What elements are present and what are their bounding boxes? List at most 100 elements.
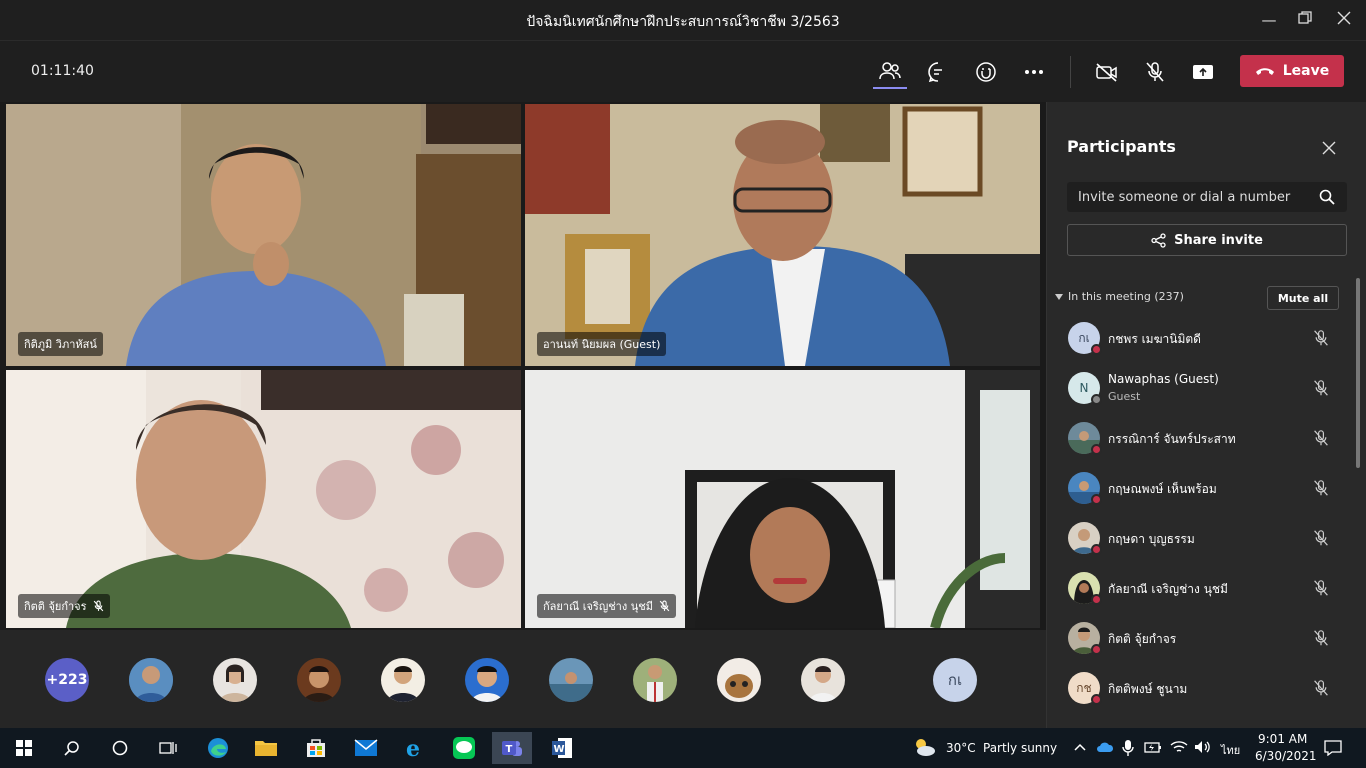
clock-date[interactable]: 6/30/2021 <box>1255 749 1317 763</box>
input-language[interactable]: ไทย <box>1221 741 1240 759</box>
mute-all-button[interactable]: Mute all <box>1267 286 1339 310</box>
participant-video <box>525 104 1040 366</box>
mic-toggle-button[interactable] <box>1138 55 1172 89</box>
mic-off-icon <box>93 600 103 612</box>
participant-name: กิตติ จุ้ยกำจร <box>1108 632 1177 646</box>
battery-icon[interactable] <box>1144 740 1162 754</box>
search-icon <box>64 741 79 756</box>
store-app[interactable] <box>296 732 336 764</box>
close-panel-button[interactable] <box>1321 140 1339 158</box>
microphone-tray-icon[interactable] <box>1122 739 1134 757</box>
participant-list: กเ กชพร เมฆานิมิตดี N Nawaphas (Guest) G… <box>1047 318 1353 728</box>
tile-name-label: กิตติ จุ้ยกำจร <box>18 594 110 618</box>
avatar[interactable] <box>717 658 761 702</box>
more-participants-badge[interactable]: +223 <box>45 658 89 702</box>
close-window-button[interactable] <box>1332 8 1356 32</box>
participant-row[interactable]: กรรณิการ์ จันทร์ประสาท <box>1047 418 1353 468</box>
invite-search-input[interactable] <box>1067 182 1347 212</box>
mic-off-icon <box>1314 630 1328 646</box>
teams-icon: T <box>502 741 522 756</box>
avatar-image <box>633 658 677 702</box>
status-dot <box>1091 644 1102 655</box>
participant-row[interactable]: กฤษณพงษ์ เห็นพร้อม <box>1047 468 1353 518</box>
avatar[interactable] <box>633 658 677 702</box>
share-screen-button[interactable] <box>1186 55 1220 89</box>
teams-app[interactable]: T <box>492 732 532 764</box>
camera-off-icon <box>1096 63 1117 82</box>
edge-app[interactable] <box>198 732 238 764</box>
avatar[interactable] <box>129 658 173 702</box>
avatar[interactable] <box>297 658 341 702</box>
mic-off-icon <box>1314 530 1328 546</box>
participant-row[interactable]: N Nawaphas (Guest) Guest <box>1047 368 1353 418</box>
notifications-icon[interactable] <box>1324 740 1342 756</box>
status-dot <box>1091 444 1102 455</box>
mail-icon <box>354 739 378 756</box>
minimize-button[interactable]: — <box>1257 8 1281 32</box>
participant-row[interactable]: กิตติ จุ้ยกำจร <box>1047 618 1353 668</box>
cortana-button[interactable] <box>100 732 140 764</box>
video-tile[interactable]: กิติภูมิ วิภาหัสน์ <box>6 104 521 366</box>
avatar[interactable] <box>213 658 257 702</box>
video-tile[interactable]: กัลยาณี เจริญช่าง นุชมี <box>525 370 1040 628</box>
status-dot <box>1091 494 1102 505</box>
avatar[interactable] <box>549 658 593 702</box>
status-dot <box>1091 394 1102 405</box>
onedrive-icon[interactable] <box>1096 740 1114 754</box>
video-tile[interactable]: กิตติ จุ้ยกำจร <box>6 370 521 628</box>
participant-row[interactable]: กเ กชพร เมฆานิมิตดี <box>1047 318 1353 368</box>
avatar[interactable] <box>381 658 425 702</box>
avatar-initials[interactable]: กเ <box>933 658 977 702</box>
avatar-image <box>801 658 845 702</box>
wifi-icon[interactable] <box>1170 740 1188 754</box>
chevron-up-icon[interactable] <box>1074 743 1086 751</box>
raise-hand-icon <box>976 62 996 82</box>
avatar[interactable] <box>801 658 845 702</box>
mail-app[interactable] <box>346 732 386 764</box>
window-title: ปัจฉิมนิเทศนักศึกษาฝึกประสบการณ์วิชาชีพ … <box>526 14 840 30</box>
start-button[interactable] <box>4 732 44 764</box>
word-app[interactable]: W <box>542 732 582 764</box>
avatar[interactable] <box>465 658 509 702</box>
clock-time[interactable]: 9:01 AM <box>1258 732 1307 746</box>
video-tile[interactable]: อานนท์ นิยมผล (Guest) <box>525 104 1040 366</box>
mic-off-icon <box>1314 380 1328 396</box>
task-view-icon <box>159 742 177 754</box>
file-explorer-app[interactable] <box>246 732 286 764</box>
in-meeting-section-header[interactable]: In this meeting (237) <box>1055 290 1184 303</box>
camera-toggle-button[interactable] <box>1090 55 1124 89</box>
svg-text:W: W <box>554 744 565 755</box>
mic-off-icon <box>1314 680 1328 696</box>
mic-off-icon <box>659 600 670 612</box>
more-actions-button[interactable] <box>1017 55 1051 89</box>
chat-icon <box>928 62 942 83</box>
more-icon <box>1025 70 1043 74</box>
reactions-button[interactable] <box>969 55 1003 89</box>
weather-temperature[interactable]: 30°C <box>946 741 976 755</box>
volume-icon[interactable] <box>1194 740 1212 754</box>
meeting-timer: 01:11:40 <box>31 63 94 79</box>
status-dot <box>1091 344 1102 355</box>
search-icon <box>1319 189 1335 205</box>
status-dot <box>1091 544 1102 555</box>
participants-panel: Participants Share invite In this meetin… <box>1046 102 1366 728</box>
weather-description[interactable]: Partly sunny <box>983 741 1057 755</box>
participants-button[interactable] <box>873 55 907 89</box>
participant-name: กฤษดา บุญธรรม <box>1108 532 1195 546</box>
participant-list-scrollbar[interactable] <box>1356 278 1360 468</box>
search-taskbar-button[interactable] <box>52 732 92 764</box>
close-icon <box>1322 141 1336 155</box>
maximize-button[interactable] <box>1293 8 1317 32</box>
leave-button[interactable]: Leave <box>1240 55 1344 87</box>
share-icon <box>1151 232 1166 248</box>
task-view-button[interactable] <box>148 732 188 764</box>
leave-label: Leave <box>1282 63 1330 79</box>
participant-row[interactable]: กฤษดา บุญธรรม <box>1047 518 1353 568</box>
participant-row[interactable]: กัลยาณี เจริญช่าง นุชมี <box>1047 568 1353 618</box>
share-invite-button[interactable]: Share invite <box>1067 224 1347 256</box>
avatar-image <box>465 658 509 702</box>
chat-button[interactable] <box>921 55 955 89</box>
participant-row[interactable]: กช กิตติพงษ์ ชูนาม <box>1047 668 1353 718</box>
internet-explorer-app[interactable]: e <box>395 732 435 764</box>
line-app[interactable] <box>444 732 484 764</box>
